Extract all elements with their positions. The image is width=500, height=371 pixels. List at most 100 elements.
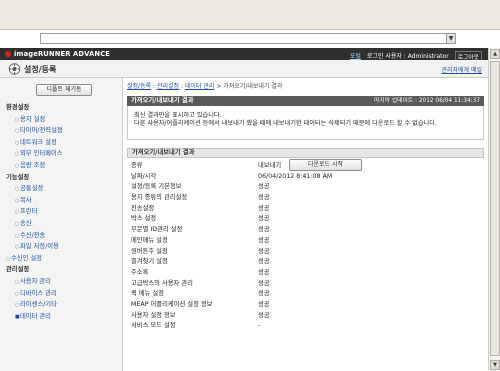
address-bar[interactable]: [40, 33, 456, 44]
row-label: 용지 종류의 관리설정: [131, 194, 188, 202]
row-value-text: 성공: [258, 194, 270, 202]
sidebar-item-label: 수신인 설정: [11, 254, 42, 262]
page-title: 설정/등록: [24, 65, 57, 74]
message-line: 최신 결과만을 표시하고 있습니다.: [134, 112, 222, 119]
arrow-down-icon: ▼: [493, 362, 497, 368]
sidebar-item[interactable]: ○디바이스 관리: [6, 288, 120, 300]
table-row: 박스 설정 성공: [127, 214, 484, 225]
sidebar-item-label: 파일 저장/이용: [20, 243, 59, 251]
brand-name: imageRUNNER ADVANCE: [14, 50, 111, 58]
sidebar-item[interactable]: ○송신: [6, 218, 120, 230]
row-value-text: 내보내기: [258, 162, 282, 169]
row-value-text: 성공: [258, 258, 270, 266]
sidebar: 디폴트 재기동 환경설정 ○용지 설정 ○타이머/전력설정 ○네트워크 설정 ○외부 인…: [0, 78, 123, 371]
breadcrumb-admin-link[interactable]: 관리설정: [157, 83, 179, 90]
row-value: 성공: [258, 182, 270, 193]
sidebar-menu: 환경설정 ○용지 설정 ○타이머/전력설정 ○네트워크 설정 ○외부 인터페이스 ○음량 …: [6, 102, 120, 322]
sidebar-item[interactable]: ○사용자 관리: [6, 276, 120, 288]
row-value: 성공: [258, 236, 270, 247]
reset-button[interactable]: 디폴트 재기동: [36, 84, 92, 96]
sidebar-group-heading: 환경설정: [6, 104, 30, 111]
message-line: 다른 사용자/어플리케이션 등에서 내보내기 했을 때에 내보내기한 데이터는 …: [134, 120, 437, 127]
table-row: 고급박스의 사용자 관리 성공: [127, 279, 484, 290]
sidebar-item[interactable]: ○용지 설정: [6, 114, 120, 126]
breadcrumb-data-link[interactable]: 데이터 관리: [185, 83, 215, 90]
table-row: 설정/등록 기본정보 성공: [127, 182, 484, 193]
sidebar-item[interactable]: ■데이터 관리: [6, 311, 120, 323]
sidebar-item[interactable]: ○음량 조정: [6, 160, 120, 172]
sidebar-item-label: 네트워크 설정: [20, 138, 57, 146]
sidebar-item[interactable]: ○프린터: [6, 206, 120, 218]
table-row: 원버튼주 설정 성공: [127, 247, 484, 258]
sidebar-item-label: 데이터 관리: [20, 312, 51, 320]
row-label: 주소록: [131, 268, 149, 276]
sidebar-item[interactable]: ○외부 인터페이스: [6, 148, 120, 160]
row-value-text: 성공: [258, 215, 270, 223]
row-value: 성공: [258, 300, 270, 311]
download-start-button[interactable]: 다운로드 시작: [289, 159, 362, 171]
sidebar-item[interactable]: ○라이센스/기타: [6, 299, 120, 311]
scroll-down-button[interactable]: ▼: [490, 360, 500, 370]
sidebar-item[interactable]: ○수신/전송: [6, 230, 120, 242]
sidebar-item[interactable]: ○공통설정: [6, 183, 120, 195]
settings-gear-icon: [8, 63, 21, 75]
row-value-text: 06/04/2012 8:41:08 AM: [258, 172, 333, 180]
row-label: 퀵 메뉴 설정: [131, 290, 164, 298]
row-value-text: 성공: [258, 311, 270, 319]
breadcrumb-separator: >: [214, 83, 224, 90]
scroll-thumb[interactable]: [490, 61, 500, 356]
sidebar-item-label: 프린터: [20, 208, 38, 216]
sidebar-group-heading: 관리설정: [6, 266, 30, 274]
result-table: 종류 내보내기 다운로드 시작 날짜/시각 06/04/2012 8:41:08 AM 설…: [127, 159, 484, 332]
row-label: 즐겨찾기 설정: [131, 258, 168, 266]
table-row: 서비스 모드 설정 -: [127, 321, 484, 332]
address-dropdown-button[interactable]: ▼: [446, 34, 455, 43]
row-value: 성공: [258, 257, 270, 268]
breadcrumb: 설정/등록 : 관리설정 : 데이터 관리 > 가져오기/내보내기 결과: [127, 82, 484, 92]
sidebar-item[interactable]: ○파일 저장/이용: [6, 241, 120, 253]
sidebar-item-label: 공통설정: [20, 185, 44, 193]
table-row: 메인메뉴 설정 성공: [127, 236, 484, 247]
row-value-text: 성공: [258, 183, 270, 191]
row-label: 설정/등록 기본정보: [131, 183, 182, 191]
chevron-down-icon: ▼: [448, 35, 454, 42]
row-value: 성공: [258, 193, 270, 204]
sidebar-item-label: 복사: [20, 196, 32, 204]
row-label: 전송설정: [131, 204, 155, 212]
table-row: 날짜/시각 06/04/2012 8:41:08 AM: [127, 172, 484, 183]
sidebar-item-label: 라이센스/기타: [20, 301, 57, 309]
message-box: 최신 결과만을 표시하고 있습니다. 다른 사용자/어플리케이션 등에서 내보내…: [127, 106, 484, 140]
row-label: 부문별 ID관리 설정: [131, 226, 183, 234]
row-value-text: -: [258, 322, 261, 330]
section-title: 가져오기/내보내기 결과: [131, 97, 194, 104]
scroll-up-button[interactable]: ▲: [490, 49, 500, 59]
row-label: MEAP 어플리케이션 설정 정보: [131, 300, 213, 308]
row-label: 원버튼주 설정: [131, 247, 168, 255]
sidebar-item-label: 음량 조정: [20, 161, 46, 169]
table-row: 전송설정 성공: [127, 204, 484, 215]
table-row: 부문별 ID관리 설정 성공: [127, 225, 484, 236]
row-value: 성공: [258, 214, 270, 225]
row-label: 메인메뉴 설정: [131, 236, 168, 244]
row-value: 성공: [258, 247, 270, 258]
row-value-text: 성공: [258, 226, 270, 234]
table-row: 퀵 메뉴 설정 성공: [127, 289, 484, 300]
sidebar-item[interactable]: ○타이머/전력설정: [6, 125, 120, 137]
brand-logo-icon: [5, 51, 11, 57]
row-label: 서비스 모드 설정: [131, 322, 176, 330]
sidebar-item[interactable]: ○수신인 설정: [6, 253, 120, 265]
breadcrumb-current: 가져오기/내보내기 결과: [223, 83, 283, 90]
sidebar-item[interactable]: ○복사: [6, 195, 120, 207]
row-value: 성공: [258, 225, 270, 236]
result-heading: 가져오기/내보내기 결과: [127, 148, 484, 158]
vertical-scrollbar[interactable]: ▲ ▼: [488, 48, 500, 371]
breadcrumb-settings-link[interactable]: 설정/등록: [127, 83, 151, 90]
row-label: 박스 설정: [131, 215, 157, 223]
table-row: 사용자 설정 정보 성공: [127, 311, 484, 322]
sidebar-item-label: 용지 설정: [20, 115, 46, 123]
row-value-text: 성공: [258, 204, 270, 212]
mail-admin-link[interactable]: 관리자에게 메일: [441, 65, 482, 74]
row-label: 고급박스의 사용자 관리: [131, 279, 193, 287]
main-content: 설정/등록 : 관리설정 : 데이터 관리 > 가져오기/내보내기 결과 가져오…: [127, 78, 484, 332]
sidebar-item[interactable]: ○네트워크 설정: [6, 137, 120, 149]
